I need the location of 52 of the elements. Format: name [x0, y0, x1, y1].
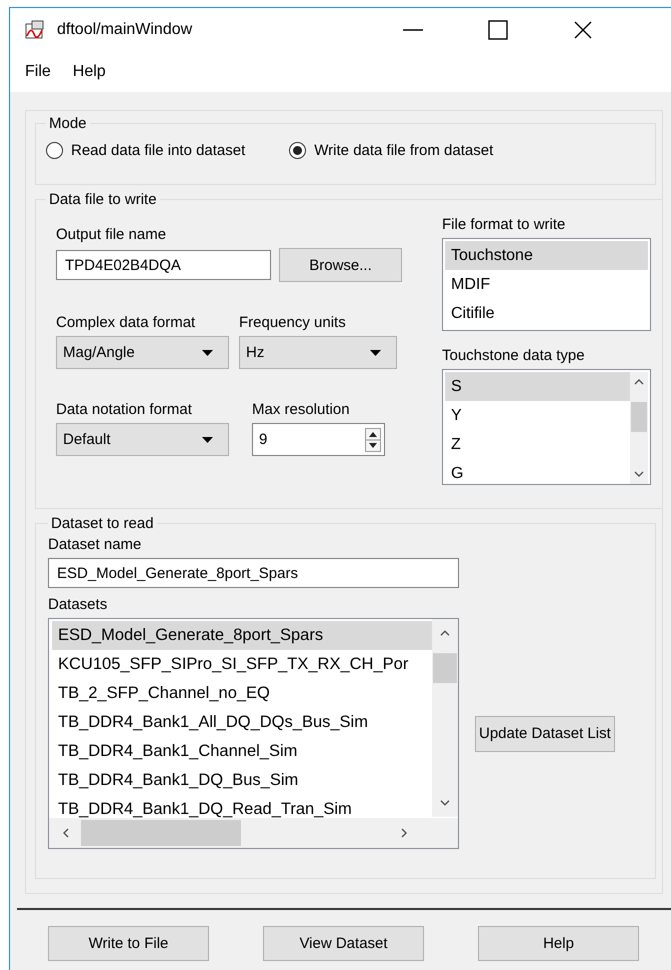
- caret-icon: [202, 436, 213, 442]
- list-item[interactable]: TB_DDR4_Bank1_DQ_Bus_Sim: [52, 766, 432, 795]
- spin-arrows-icon[interactable]: [365, 428, 381, 452]
- list-item[interactable]: Z: [445, 430, 630, 459]
- scrollbar[interactable]: [432, 619, 458, 817]
- browse-button[interactable]: Browse...: [279, 248, 402, 282]
- caret-icon: [370, 350, 381, 356]
- action-button[interactable]: Help: [478, 926, 639, 961]
- list-item[interactable]: Touchstone: [445, 241, 648, 270]
- spin-box[interactable]: 9: [252, 423, 385, 456]
- field-label: Data notation format: [56, 401, 193, 419]
- action-button[interactable]: View Dataset: [263, 926, 424, 961]
- input-field[interactable]: ESD_Model_Generate_8port_Spars: [48, 558, 459, 588]
- list-item[interactable]: TB_DDR4_Bank1_DQ_Read_Tran_Sim: [52, 795, 432, 818]
- group-title: Data file to write: [48, 191, 158, 208]
- field-label: Output file name: [56, 226, 168, 244]
- menu-item[interactable]: File: [25, 63, 51, 81]
- list-item[interactable]: Y: [445, 401, 630, 430]
- action-button[interactable]: Write to File: [48, 926, 209, 961]
- field-label: File format to write: [442, 216, 566, 234]
- list-item[interactable]: G: [445, 459, 630, 484]
- group-title: Mode: [48, 115, 88, 132]
- caret-icon: [202, 350, 213, 356]
- radio-button[interactable]: [289, 142, 306, 159]
- group-title: Dataset to read: [50, 515, 155, 532]
- list-item[interactable]: TB_DDR4_Bank1_Channel_Sim: [52, 737, 432, 766]
- field-label: Max resolution: [252, 401, 351, 419]
- field-label: Touchstone data type: [442, 347, 586, 365]
- menu-item[interactable]: Help: [72, 63, 106, 81]
- radio-button[interactable]: [46, 142, 63, 159]
- scrollbar[interactable]: [630, 372, 648, 484]
- list-item[interactable]: S: [445, 372, 630, 401]
- list-item[interactable]: MDIF: [445, 270, 648, 299]
- window-title: dftool/mainWindow: [57, 21, 192, 39]
- scrollbar[interactable]: [49, 818, 458, 848]
- field-label: Complex data format: [56, 314, 196, 332]
- list-item[interactable]: TB_2_SFP_Channel_no_EQ: [52, 679, 432, 708]
- close-icon[interactable]: [574, 21, 592, 39]
- field-label: Frequency units: [239, 314, 347, 332]
- input-field[interactable]: TPD4E02B4DQA: [56, 250, 271, 280]
- dropdown[interactable]: Hz: [239, 336, 397, 369]
- field-label: Dataset name: [48, 536, 142, 554]
- list-item[interactable]: Citifile: [445, 299, 648, 328]
- list-item[interactable]: KCU105_SFP_SIPro_SI_SFP_TX_RX_CH_Por: [52, 650, 432, 679]
- field-label: Datasets: [48, 596, 108, 614]
- list-item[interactable]: ESD_Model_Generate_8port_Spars: [52, 621, 432, 650]
- dropdown[interactable]: Default: [56, 423, 229, 456]
- list-item[interactable]: TB_DDR4_Bank1_All_DQ_DQs_Bus_Sim: [52, 708, 432, 737]
- maximize-icon[interactable]: [488, 20, 508, 40]
- update-dataset-button[interactable]: Update Dataset List: [475, 716, 615, 752]
- dropdown[interactable]: Mag/Angle: [56, 336, 229, 369]
- app-icon: [25, 20, 45, 40]
